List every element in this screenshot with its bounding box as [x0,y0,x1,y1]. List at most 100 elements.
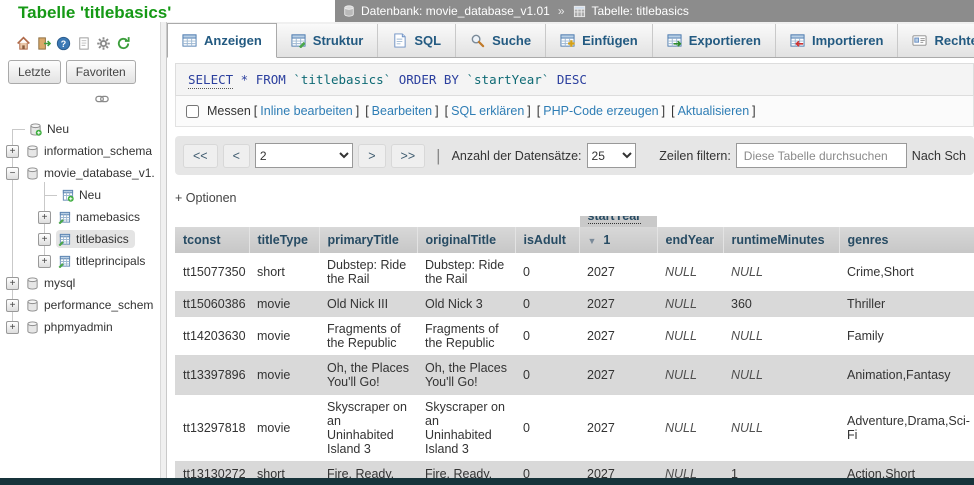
sql-icon [392,33,407,48]
database-icon [343,5,355,17]
db-icon [26,144,39,158]
cell-originaltitle: Old Nick 3 [425,297,483,311]
sql-token: SELECT [188,72,234,89]
home-icon[interactable] [16,36,31,51]
tab-sql[interactable]: SQL [378,24,457,57]
svg-text:?: ? [61,39,66,49]
breadcrumb-database[interactable]: Datenbank: movie_database_v1.01 [361,4,550,18]
page-select[interactable]: 2 [254,143,354,168]
action-link-inline-bearbeiten[interactable]: Inline bearbeiten [260,104,352,118]
tree-item-label: performance_schema [44,298,154,312]
tab-struktur[interactable]: Struktur [276,24,379,57]
cell-originaltitle: Oh, the Places You'll Go! [425,361,507,389]
table-icon [573,5,586,18]
breadcrumb-table[interactable]: Tabelle: titlebasics [592,4,689,18]
tree-item-neu[interactable]: Neu [0,118,160,140]
docs-icon[interactable] [76,36,91,51]
tree-item-titlebasics[interactable]: + titlebasics [0,228,160,250]
sidebar-button-letzte[interactable]: Letzte [8,60,61,84]
tab-label: Struktur [312,33,364,48]
column-header-endyear[interactable]: endYear [657,227,724,253]
action-link-php-code-erzeugen[interactable]: PHP-Code erzeugen [543,104,658,118]
expand-icon[interactable]: + [38,232,51,246]
tree-item-namebasics[interactable]: + namebasics [0,206,160,228]
tree-item-label: Neu [79,188,102,202]
cell-runtimeminutes: NULL [731,368,763,382]
console-bar[interactable] [0,478,974,485]
exit-icon[interactable] [36,36,51,51]
bracket: [ [444,104,449,118]
expand-icon[interactable]: + [38,210,51,224]
tree-item-movie-database-v1-01[interactable]: − movie_database_v1.01 [0,162,160,184]
column-header-tconst[interactable]: tconst [175,227,250,253]
action-link-aktualisieren[interactable]: Aktualisieren [678,104,750,118]
expand-icon[interactable]: + [6,276,19,290]
action-link-bearbeiten[interactable]: Bearbeiten [372,104,432,118]
cell-isadult: 0 [523,265,530,279]
action-link-sql-erkl-ren[interactable]: SQL erklären [451,104,524,118]
tree-item-information-schema[interactable]: + information_schema [0,140,160,162]
table-icon [58,255,71,268]
first-page-button[interactable]: << [183,143,218,168]
tree-item-mysql[interactable]: + mysql [0,272,160,294]
expand-icon[interactable]: + [38,254,51,268]
tree-item-titleprincipals[interactable]: + titleprincipals [0,250,160,272]
profiling-checkbox[interactable] [186,104,199,118]
profiling-label: Messen [207,104,251,118]
gear-icon[interactable] [96,36,111,51]
tab-einfuegen[interactable]: Einfügen [546,24,653,57]
column-header-primarytitle[interactable]: primaryTitle [319,227,418,253]
bracket: [ [671,104,675,118]
tab-rechte[interactable]: Rechte [898,24,974,57]
cell-primarytitle: Old Nick III [327,297,389,311]
column-header-startyear[interactable]: startYear ▼ 1 [579,216,658,253]
db-icon [26,166,39,180]
cell-runtimeminutes: 1 [731,467,738,478]
tab-anzeigen[interactable]: Anzeigen [167,23,277,58]
link-with-main-icon[interactable] [95,93,109,110]
help-icon[interactable]: ? [56,36,71,51]
column-header-runtimeminutes[interactable]: runtimeMinutes [723,227,840,253]
database-tree: Neu + information_schema − movie_database_v1… [0,118,160,338]
table-filter-input[interactable] [735,143,907,168]
cell-runtimeminutes: NULL [731,265,763,279]
refresh-icon[interactable] [116,36,131,51]
bracket: [ [253,104,258,118]
cell-endyear: NULL [665,265,697,279]
cell-endyear: NULL [665,421,697,435]
cell-titletype: movie [257,368,291,382]
breadcrumb-separator: » [557,4,565,18]
column-header-isadult[interactable]: isAdult [515,227,580,253]
cell-originaltitle: Dubstep: Ride the Rail [425,258,505,286]
tab-importieren[interactable]: Importieren [775,24,899,57]
expand-icon[interactable]: + [6,144,19,158]
tree-item-neu[interactable]: Neu [0,184,160,206]
bracket: ] [527,104,531,118]
tree-item-phpmyadmin[interactable]: + phpmyadmin [0,316,160,338]
cell-startyear: 2027 [587,368,615,382]
tab-bar: Anzeigen Struktur SQL Suche Einfügen Exportie… [167,22,974,58]
cell-genres: Thriller [847,297,886,311]
cell-runtimeminutes: NULL [731,329,763,343]
rows-count-select[interactable]: 25 [586,143,637,168]
sidebar-button-favoriten[interactable]: Favoriten [65,60,136,84]
last-page-button[interactable]: >> [390,143,426,168]
cell-isadult: 0 [523,368,530,382]
prev-page-button[interactable]: < [222,143,250,168]
expand-icon[interactable]: + [6,298,19,312]
options-toggle-link[interactable]: + Optionen [175,191,237,205]
expand-icon[interactable]: + [6,320,19,334]
db-icon [26,298,39,312]
tab-exportieren[interactable]: Exportieren [652,24,776,57]
next-page-button[interactable]: > [358,143,386,168]
column-header-originaltitle[interactable]: originalTitle [417,227,516,253]
column-header-titletype[interactable]: titleType [249,227,320,253]
sidebar-resize-handle[interactable] [160,22,167,478]
pagination-separator: | [436,145,441,165]
collapse-icon[interactable]: − [6,166,19,180]
tab-suche[interactable]: Suche [456,24,547,57]
column-header-genres[interactable]: genres [839,227,974,253]
tree-item-performance-schema[interactable]: + performance_schema [0,294,160,316]
